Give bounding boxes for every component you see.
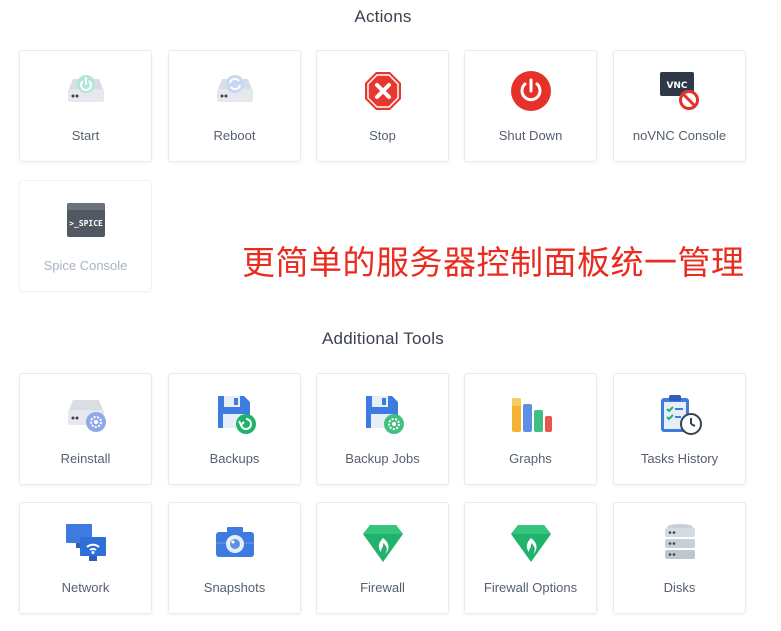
- network-monitors-icon: [63, 521, 109, 565]
- start-button[interactable]: Start: [19, 50, 152, 162]
- promo-overlay-text: 更简单的服务器控制面板统一管理: [242, 243, 745, 282]
- svg-text:VNC: VNC: [666, 81, 687, 91]
- actions-heading: Actions: [354, 7, 412, 26]
- disks-icon: [657, 521, 703, 565]
- bar-chart-icon: [508, 392, 554, 436]
- snapshots-label: Snapshots: [203, 580, 266, 595]
- stop-button[interactable]: Stop: [316, 50, 449, 162]
- backups-button[interactable]: Backups: [168, 373, 301, 485]
- floppy-restore-icon: [212, 392, 258, 436]
- backup-jobs-label: Backup Jobs: [345, 451, 420, 466]
- server-power-icon: [63, 69, 109, 113]
- firewall-label: Firewall: [360, 580, 405, 595]
- server-reboot-icon: [212, 69, 258, 113]
- spice-console-icon: >_SPICE: [63, 199, 109, 243]
- firewall-options-label: Firewall Options: [483, 580, 578, 595]
- vnc-disabled-icon: VNC: [657, 69, 703, 113]
- firewall-gem-icon: [360, 521, 406, 565]
- stop-icon: [360, 69, 406, 113]
- graphs-button[interactable]: Graphs: [464, 373, 597, 485]
- backup-jobs-button[interactable]: Backup Jobs: [316, 373, 449, 485]
- backups-label: Backups: [209, 451, 260, 466]
- reinstall-label: Reinstall: [60, 451, 111, 466]
- power-icon: [508, 69, 554, 113]
- spice-console-label: Spice Console: [43, 258, 128, 273]
- floppy-gear-icon: [360, 392, 406, 436]
- snapshots-button[interactable]: Snapshots: [168, 502, 301, 614]
- additional-tools-heading: Additional Tools: [322, 329, 444, 348]
- firewall-button[interactable]: Firewall: [316, 502, 449, 614]
- firewall-options-icon: [508, 521, 554, 565]
- stop-label: Stop: [369, 128, 396, 143]
- camera-icon: [212, 521, 258, 565]
- firewall-options-button[interactable]: Firewall Options: [464, 502, 597, 614]
- reinstall-button[interactable]: Reinstall: [19, 373, 152, 485]
- spice-console-button[interactable]: >_SPICE Spice Console: [19, 180, 152, 292]
- disks-label: Disks: [663, 580, 696, 595]
- network-label: Network: [61, 580, 110, 595]
- svg-text:>_SPICE: >_SPICE: [69, 219, 103, 228]
- tasks-history-button[interactable]: Tasks History: [613, 373, 746, 485]
- novnc-console-label: noVNC Console: [632, 128, 727, 143]
- shut-down-label: Shut Down: [498, 128, 563, 143]
- graphs-label: Graphs: [509, 451, 552, 466]
- clipboard-clock-icon: [657, 392, 703, 436]
- tasks-history-label: Tasks History: [640, 451, 719, 466]
- novnc-console-button[interactable]: VNC noVNC Console: [613, 50, 746, 162]
- network-button[interactable]: Network: [19, 502, 152, 614]
- server-gear-icon: [63, 392, 109, 436]
- reboot-label: Reboot: [213, 128, 256, 143]
- reboot-button[interactable]: Reboot: [168, 50, 301, 162]
- start-label: Start: [71, 128, 100, 143]
- disks-button[interactable]: Disks: [613, 502, 746, 614]
- shut-down-button[interactable]: Shut Down: [464, 50, 597, 162]
